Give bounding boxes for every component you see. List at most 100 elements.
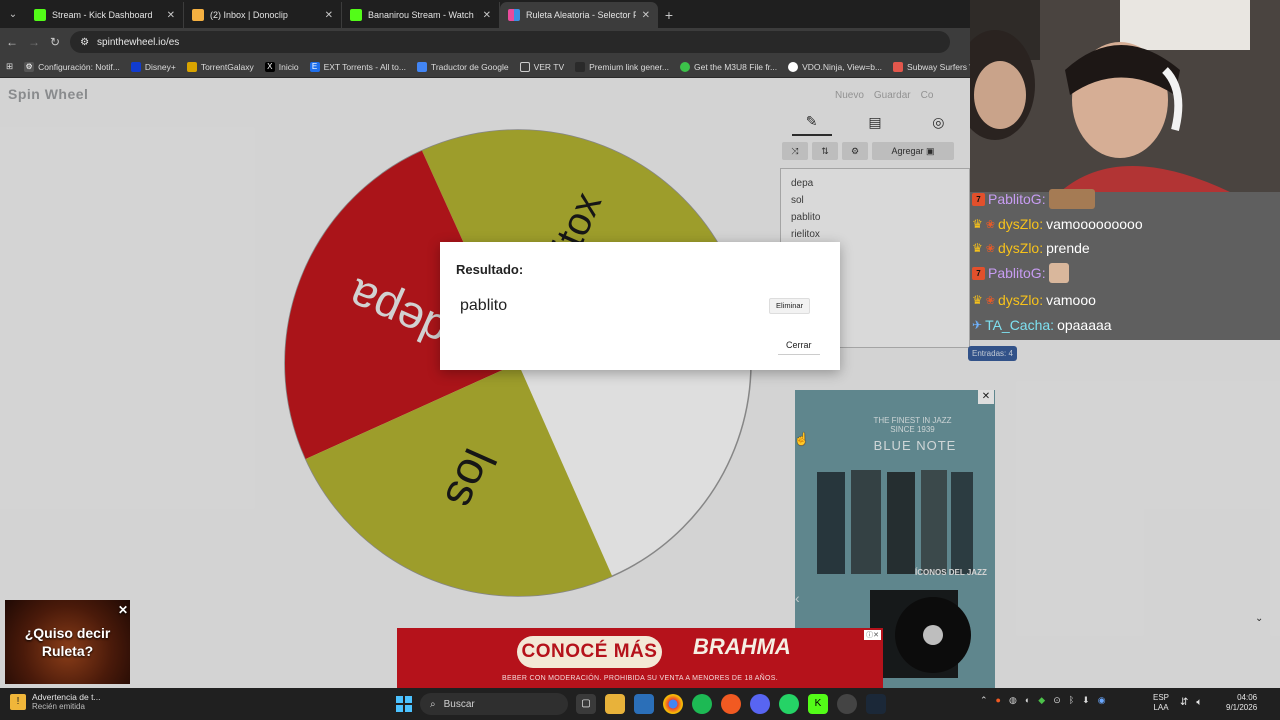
- language-indicator[interactable]: ESP LAA: [1153, 693, 1169, 713]
- brave-icon[interactable]: [721, 694, 741, 714]
- chat-message: ♛ ❀ dysZlo: vamooooooooo: [972, 213, 1143, 235]
- bookmark-item[interactable]: VER TV: [519, 61, 564, 72]
- clock[interactable]: 04:06 9/1/2026: [1226, 693, 1257, 713]
- ad-close-icon[interactable]: ✕: [978, 390, 994, 404]
- new-button[interactable]: Nuevo: [835, 90, 864, 101]
- chevron-down-icon[interactable]: ⌄: [1255, 613, 1263, 624]
- site-info-icon[interactable]: ⚙: [80, 37, 89, 48]
- photos-icon[interactable]: [634, 694, 654, 714]
- close-icon[interactable]: ✕: [483, 10, 491, 21]
- tray-app-icon[interactable]: ⬇: [1082, 695, 1090, 706]
- chat-username: dysZlo:: [997, 292, 1044, 308]
- tray-app-icon[interactable]: ◉: [1098, 695, 1106, 706]
- entry-item: depa: [791, 178, 814, 189]
- search-icon: ⌕: [430, 698, 436, 710]
- file-explorer-icon[interactable]: [605, 694, 625, 714]
- translate-icon: [416, 61, 427, 72]
- site-logo[interactable]: Spin Wheel: [8, 86, 88, 102]
- donoclip-icon: [192, 9, 204, 21]
- ruleta-promo-popup[interactable]: ¿Quiso decir Ruleta? ✕: [5, 600, 130, 684]
- bookmark-item[interactable]: Disney+: [130, 61, 176, 72]
- x-icon: X: [264, 61, 275, 72]
- bookmark-item[interactable]: VDO.Ninja, View=b...: [788, 61, 882, 72]
- bookmark-item[interactable]: E EXT Torrents - All to...: [309, 61, 406, 72]
- notification[interactable]: ! Advertencia de t... Recién emitida: [10, 692, 101, 711]
- pencil-icon[interactable]: ✎: [791, 113, 832, 136]
- chat-message: ♛ ❀ dysZlo: prende: [972, 237, 1090, 259]
- taskbar-apps: ▢ K: [576, 694, 886, 714]
- bluetooth-icon[interactable]: ᛒ: [1069, 695, 1074, 706]
- result-dialog: Resultado: pablito Eliminar Cerrar: [440, 242, 840, 370]
- task-view-icon[interactable]: ▢: [576, 694, 596, 714]
- notification-subtitle: Recién emitida: [32, 702, 85, 711]
- windows-start-icon[interactable]: [396, 696, 412, 712]
- folder-icon: [519, 61, 530, 72]
- tab-donoclip[interactable]: (2) Inbox | Donoclip ✕: [184, 2, 342, 28]
- back-icon[interactable]: ←: [6, 35, 18, 49]
- tray-app-icon[interactable]: ⊙: [1053, 695, 1061, 706]
- tab-kick-dashboard[interactable]: Stream - Kick Dashboard ✕: [26, 2, 184, 28]
- chat-message: 7 PablitoG:: [972, 262, 1069, 284]
- new-tab-button[interactable]: +: [658, 2, 680, 28]
- screen: { "browser": { "tabs": [ {"title": "Stre…: [0, 0, 1280, 720]
- eye-off-icon[interactable]: ◎: [918, 114, 958, 135]
- disney-icon: [130, 61, 141, 72]
- tray-app-icon[interactable]: ◐: [1025, 695, 1030, 706]
- webcam-feed: [970, 0, 1280, 192]
- ad-info-icon[interactable]: ⓘ✕: [864, 630, 881, 640]
- sort-button[interactable]: ⇅: [812, 142, 838, 160]
- close-icon[interactable]: ✕: [642, 10, 650, 21]
- close-button[interactable]: Cerrar: [778, 340, 820, 355]
- bookmark-item[interactable]: Traductor de Google: [416, 61, 509, 72]
- bookmark-item[interactable]: Premium link gener...: [575, 61, 669, 72]
- ad-cta[interactable]: CONOCÉ MÁS: [517, 636, 662, 668]
- webcam-overlay: [970, 0, 1280, 192]
- bookmark-item[interactable]: ⚙ Configuración: Notif...: [24, 61, 120, 72]
- bookmark-item[interactable]: Subway Surfers Web: [893, 61, 970, 72]
- gear-icon: ⚙: [24, 61, 35, 72]
- remove-button[interactable]: Eliminar: [769, 298, 811, 314]
- share-button[interactable]: Co: [921, 90, 934, 101]
- address-bar[interactable]: ⚙ spinthewheel.io/es: [70, 31, 951, 53]
- spotify-icon[interactable]: [692, 694, 712, 714]
- chat-username: dysZlo:: [997, 216, 1044, 232]
- chat-message: ♛ ❀ dysZlo: vamooo: [972, 289, 1096, 311]
- obs-icon[interactable]: [837, 694, 857, 714]
- kick-icon[interactable]: K: [808, 694, 828, 714]
- shuffle-button[interactable]: ⤨: [782, 142, 808, 160]
- tray-app-icon[interactable]: ◍: [1009, 695, 1017, 706]
- ad-caption: ÍCONOS DEL JAZZ: [915, 568, 987, 577]
- tab-strip: ⌄ Stream - Kick Dashboard ✕ (2) Inbox | …: [0, 0, 970, 28]
- reload-icon[interactable]: ↻: [50, 35, 60, 49]
- close-icon[interactable]: ✕: [325, 10, 333, 21]
- tray-app-icon[interactable]: ●: [996, 695, 1001, 706]
- entry-item: sol: [791, 195, 804, 206]
- chevron-up-icon[interactable]: ⌃: [980, 695, 988, 706]
- steam-icon[interactable]: [866, 694, 886, 714]
- close-icon[interactable]: ✕: [118, 601, 128, 619]
- bookmark-item[interactable]: TorrentGalaxy: [186, 61, 254, 72]
- whatsapp-icon[interactable]: [779, 694, 799, 714]
- tab-ruleta[interactable]: Ruleta Aleatoria - Selector Pers ✕: [500, 2, 658, 28]
- dialog-title: Resultado:: [456, 262, 524, 277]
- add-image-button[interactable]: Agregar ▣: [872, 142, 954, 160]
- clipboard-icon[interactable]: ▤: [855, 114, 895, 135]
- tab-bananirou[interactable]: Bananirou Stream - Watch Live ✕: [342, 2, 500, 28]
- ad-prev-icon[interactable]: ‹: [795, 590, 800, 606]
- bookmark-item[interactable]: X Inicio: [264, 61, 299, 72]
- chat-text: vamooooooooo: [1046, 216, 1143, 232]
- settings-button[interactable]: ⚙: [842, 142, 868, 160]
- close-icon[interactable]: ✕: [167, 10, 175, 21]
- brahma-ad[interactable]: CONOCÉ MÁS BRAHMA BEBER CON MODERACIÓN. …: [397, 628, 883, 688]
- tray-app-icon[interactable]: ◆: [1038, 695, 1045, 706]
- save-button[interactable]: Guardar: [874, 90, 911, 101]
- bookmark-item[interactable]: Get the M3U8 File fr...: [679, 61, 777, 72]
- tab-search-icon[interactable]: ⌄: [0, 0, 26, 28]
- taskbar-search[interactable]: ⌕ Buscar: [420, 693, 568, 715]
- discord-icon[interactable]: [750, 694, 770, 714]
- chrome-icon[interactable]: [663, 694, 683, 714]
- status-icons[interactable]: ⇵ 🔈︎: [1180, 697, 1202, 708]
- ext-icon: E: [309, 61, 320, 72]
- forward-icon[interactable]: →: [28, 35, 40, 49]
- apps-icon[interactable]: ⊞: [6, 61, 13, 72]
